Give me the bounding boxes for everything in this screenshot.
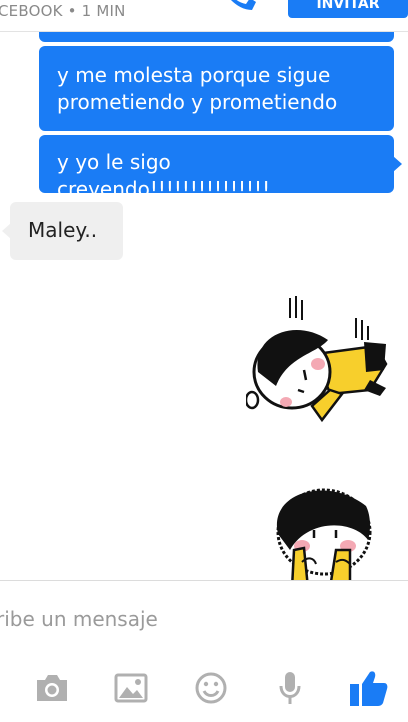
message-bubble-incoming: Maley.. bbox=[10, 202, 123, 260]
message-list[interactable]: y me molesta porque sigue prometiendo y … bbox=[0, 32, 408, 580]
message-input[interactable] bbox=[0, 603, 376, 635]
emoji-icon[interactable] bbox=[189, 666, 233, 710]
like-thumbs-up-icon[interactable] bbox=[346, 666, 390, 710]
composer-toolbar bbox=[0, 652, 408, 722]
message-composer bbox=[0, 580, 408, 652]
microphone-icon[interactable] bbox=[268, 666, 312, 710]
message-bubble-outgoing: y me molesta porque sigue prometiendo y … bbox=[39, 46, 394, 131]
message-bubble-outgoing-previous bbox=[39, 32, 394, 42]
image-icon[interactable] bbox=[109, 666, 153, 710]
conversation-header: CEBOOK • 1 MIN INVITAR bbox=[0, 0, 408, 32]
invite-button[interactable]: INVITAR bbox=[288, 0, 408, 18]
camera-icon[interactable] bbox=[30, 666, 74, 710]
message-bubble-outgoing: y yo le sigo creyendo!!!!!!!!!!!!!!! bbox=[39, 135, 394, 201]
conversation-subtitle: CEBOOK • 1 MIN bbox=[0, 2, 126, 20]
sticker-girl-lying[interactable] bbox=[244, 294, 396, 424]
phone-call-icon[interactable] bbox=[222, 0, 256, 14]
bubble-tail bbox=[393, 156, 402, 172]
sticker-girl-worried[interactable] bbox=[258, 478, 388, 580]
